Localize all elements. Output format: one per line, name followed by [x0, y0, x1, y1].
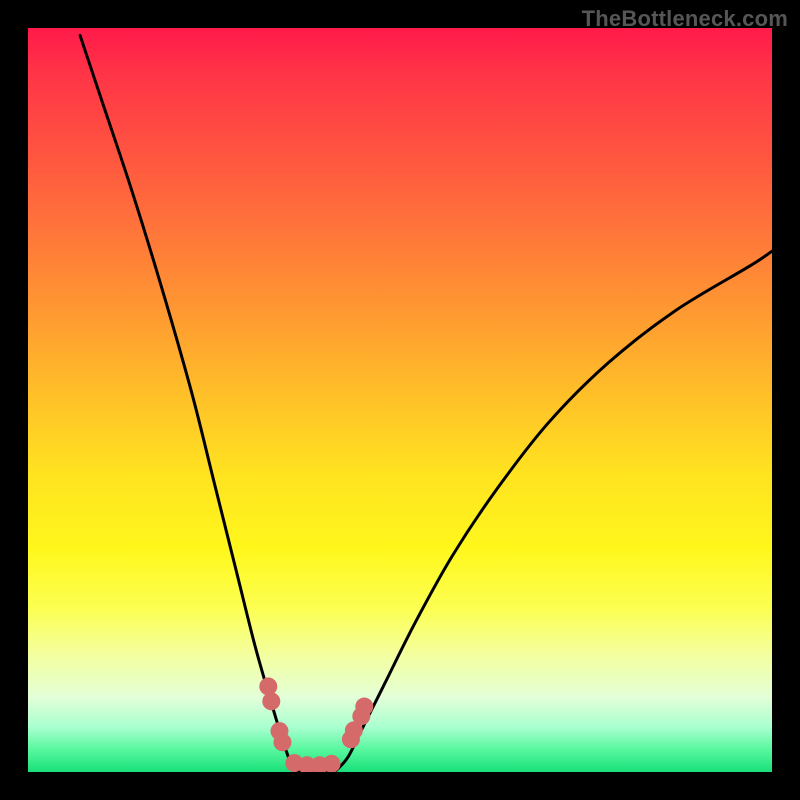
chart-svg [28, 28, 772, 772]
watermark-text: TheBottleneck.com [582, 6, 788, 32]
data-marker [262, 692, 280, 710]
data-marker [323, 755, 341, 772]
curve-group [80, 35, 772, 772]
chart-frame: TheBottleneck.com [0, 0, 800, 800]
data-marker [259, 677, 277, 695]
plot-area [28, 28, 772, 772]
curve-left-curve [80, 35, 294, 772]
data-marker [273, 733, 291, 751]
marker-group [259, 677, 373, 772]
data-marker [355, 698, 373, 716]
curve-right-curve [335, 251, 772, 772]
